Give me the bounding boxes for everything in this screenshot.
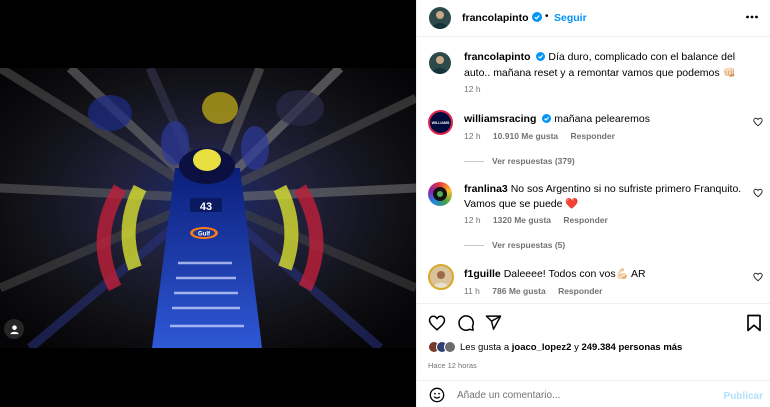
comment-username[interactable]: f1guille bbox=[464, 268, 501, 280]
comment-text: mañana pelearemos bbox=[554, 113, 650, 125]
commenter-avatar[interactable] bbox=[428, 264, 454, 290]
reply-button[interactable]: Responder bbox=[558, 286, 602, 296]
verified-badge-icon bbox=[542, 113, 552, 128]
add-comment-bar: Publicar bbox=[417, 380, 770, 407]
liker-username[interactable]: joaco_lopez2 bbox=[512, 342, 572, 353]
like-heart-icon[interactable] bbox=[428, 314, 446, 335]
author-username[interactable]: francolapinto bbox=[462, 12, 529, 24]
commenter-avatar[interactable]: WILLIAMS bbox=[428, 110, 453, 135]
comment-bubble-icon[interactable] bbox=[457, 314, 475, 335]
comments-list[interactable]: francolapinto Día duro, complicado con e… bbox=[417, 37, 770, 303]
author-avatar[interactable] bbox=[429, 7, 451, 29]
avatar bbox=[444, 341, 456, 353]
like-comment-heart-icon[interactable] bbox=[753, 272, 763, 285]
comment-text: Daleeee! Todos con vos💪🏻 AR bbox=[503, 268, 646, 280]
tagged-users-button[interactable] bbox=[4, 319, 24, 339]
comment-likes[interactable]: 10.910 Me gusta bbox=[493, 131, 558, 141]
comment-input[interactable] bbox=[457, 386, 697, 404]
post-timestamp[interactable]: Hace 12 horas bbox=[428, 361, 477, 370]
comment-likes[interactable]: 1320 Me gusta bbox=[493, 215, 551, 225]
author-avatar[interactable] bbox=[429, 52, 451, 74]
like-comment-heart-icon[interactable] bbox=[753, 117, 763, 130]
post-actions: Les gusta a joaco_lopez2 y 249.384 perso… bbox=[417, 303, 770, 380]
share-paper-plane-icon[interactable] bbox=[485, 314, 502, 334]
post-details-panel: francolapinto • Seguir francolapinto Día… bbox=[416, 0, 770, 407]
save-bookmark-icon[interactable] bbox=[746, 314, 762, 335]
likes-count-button[interactable]: 249.384 personas más bbox=[581, 342, 682, 353]
sponsor-logo: Gulf bbox=[198, 232, 211, 238]
person-icon bbox=[9, 324, 19, 334]
view-replies-button[interactable]: Ver respuestas (5) bbox=[464, 240, 565, 250]
post-header: francolapinto • Seguir bbox=[417, 0, 770, 37]
post-photo: 43 Gulf bbox=[0, 68, 416, 348]
reply-button[interactable]: Responder bbox=[563, 215, 607, 225]
comment-time[interactable]: 12 h bbox=[464, 131, 481, 141]
follow-button[interactable]: Seguir bbox=[554, 12, 587, 24]
car-number: 43 bbox=[200, 201, 212, 213]
commenter-avatar[interactable] bbox=[428, 182, 452, 206]
verified-badge-icon bbox=[536, 51, 546, 66]
comment-time[interactable]: 12 h bbox=[464, 215, 481, 225]
comment-username[interactable]: franlina3 bbox=[464, 183, 508, 195]
post-media[interactable]: 43 Gulf bbox=[0, 0, 416, 407]
caption-time[interactable]: 12 h bbox=[464, 84, 481, 94]
comment-likes[interactable]: 786 Me gusta bbox=[492, 286, 545, 296]
emoji-icon[interactable] bbox=[429, 387, 445, 406]
f1-car-zoom-blur-image: 43 Gulf bbox=[0, 68, 416, 348]
publish-button[interactable]: Publicar bbox=[724, 391, 763, 402]
view-replies-button[interactable]: Ver respuestas (379) bbox=[464, 156, 575, 166]
more-options-icon[interactable] bbox=[745, 10, 759, 27]
caption-username[interactable]: francolapinto bbox=[464, 51, 531, 63]
comment-username[interactable]: williamsracing bbox=[464, 113, 536, 125]
comment-time[interactable]: 11 h bbox=[464, 286, 480, 296]
reply-button[interactable]: Responder bbox=[571, 131, 615, 141]
likes-summary: Les gusta a joaco_lopez2 y 249.384 perso… bbox=[428, 341, 682, 353]
verified-badge-icon bbox=[532, 12, 542, 25]
svg-text:WILLIAMS: WILLIAMS bbox=[432, 121, 450, 125]
like-comment-heart-icon[interactable] bbox=[753, 188, 763, 201]
liker-avatars bbox=[428, 341, 456, 353]
